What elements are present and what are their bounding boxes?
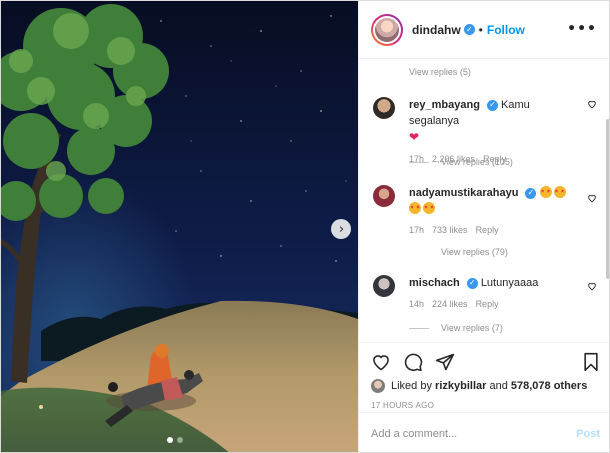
view-replies-top[interactable]: View replies (5) xyxy=(409,67,471,77)
comment-likes[interactable]: 224 likes xyxy=(432,299,468,309)
post-photo[interactable]: › xyxy=(1,1,358,452)
commenter-avatar[interactable] xyxy=(373,97,395,119)
author-avatar[interactable] xyxy=(371,13,403,46)
more-options-icon[interactable]: ••• xyxy=(567,21,597,37)
post-timestamp[interactable]: 17 HOURS AGO xyxy=(371,401,600,410)
liked-by-line: Liked by rizkybillar and 578,078 others xyxy=(371,379,600,393)
view-replies-toggle[interactable]: View replies (105) xyxy=(409,157,513,167)
reply-button[interactable]: Reply xyxy=(476,225,499,235)
comment-time: 17h xyxy=(409,225,425,235)
red-heart-emoji: ❤ xyxy=(409,130,420,144)
follow-button[interactable]: Follow xyxy=(487,23,525,37)
carousel-indicator xyxy=(167,437,183,443)
next-photo-button[interactable]: › xyxy=(331,219,351,239)
verified-badge-icon: ✓ xyxy=(466,277,478,289)
post-dialog: › dindahw ✓ • Follow ••• View replies (5… xyxy=(0,0,610,453)
carousel-dot xyxy=(177,437,183,443)
view-replies-label: View replies (5) xyxy=(409,67,471,77)
like-comment-heart-icon[interactable] xyxy=(587,281,597,291)
heart-icon[interactable] xyxy=(371,352,391,372)
comments-scrollbar[interactable] xyxy=(606,119,609,279)
post-comment-button[interactable]: Post xyxy=(576,428,600,440)
commenter-avatar[interactable] xyxy=(373,185,395,207)
star-struck-emoji xyxy=(553,186,566,198)
liked-by-prefix: Liked by xyxy=(391,380,432,392)
commenter-username[interactable]: nadyamustikarahayu xyxy=(409,187,518,199)
comment-time: 14h xyxy=(409,299,425,309)
like-comment-heart-icon[interactable] xyxy=(587,99,597,109)
author-username[interactable]: dindahw xyxy=(412,23,461,37)
comment-text: Lutunyaaaa xyxy=(480,277,539,289)
star-struck-emoji xyxy=(539,186,552,198)
view-replies-toggle[interactable]: View replies (79) xyxy=(409,247,508,257)
comment-input[interactable] xyxy=(371,427,577,440)
bookmark-icon[interactable] xyxy=(582,352,600,372)
comments-list[interactable]: View replies (5) rey_mbayang ✓ Kamu segal… xyxy=(359,59,609,342)
star-struck-emoji xyxy=(409,202,421,214)
reply-button[interactable]: Reply xyxy=(476,299,499,309)
verified-badge-icon: ✓ xyxy=(486,99,498,111)
verified-badge-icon: ✓ xyxy=(463,24,475,35)
view-replies-label: View replies (79) xyxy=(441,247,508,257)
liked-by-and: and xyxy=(489,380,508,392)
post-header: dindahw ✓ • Follow ••• xyxy=(359,1,609,59)
liker-username[interactable]: rizkybillar xyxy=(435,380,486,392)
comment-likes[interactable]: 733 likes xyxy=(432,225,468,235)
add-comment-bar: Post xyxy=(359,412,609,452)
night-hill-photo xyxy=(1,1,358,452)
star-struck-emoji xyxy=(423,202,435,214)
view-replies-toggle[interactable]: View replies (7) xyxy=(409,323,503,333)
separator-dot: • xyxy=(478,22,483,37)
commenter-username[interactable]: rey_mbayang xyxy=(409,99,480,111)
comment-icon[interactable] xyxy=(403,352,423,372)
view-replies-label: View replies (105) xyxy=(441,157,513,167)
like-comment-heart-icon[interactable] xyxy=(587,193,597,203)
chevron-right-icon: › xyxy=(338,221,345,237)
comment-item: rey_mbayang ✓ Kamu segalanya ❤ 17h 2,206 … xyxy=(373,97,597,164)
verified-badge-icon: ✓ xyxy=(525,187,537,199)
post-side-panel: dindahw ✓ • Follow ••• View replies (5) … xyxy=(358,1,609,452)
commenter-avatar[interactable] xyxy=(373,275,395,297)
share-icon[interactable] xyxy=(435,352,455,372)
post-actions: Liked by rizkybillar and 578,078 others … xyxy=(359,342,609,410)
view-replies-label: View replies (7) xyxy=(441,323,503,333)
liked-by-others[interactable]: 578,078 others xyxy=(511,380,587,392)
comment-item: nadyamustikarahayu ✓ 17h 733 likes Reply xyxy=(373,185,597,235)
liker-avatar[interactable] xyxy=(371,379,385,393)
comment-item: mischach ✓ Lutunyaaaa 14h 224 likes Reply xyxy=(373,275,597,309)
commenter-username[interactable]: mischach xyxy=(409,277,460,289)
carousel-dot-active xyxy=(167,437,173,443)
